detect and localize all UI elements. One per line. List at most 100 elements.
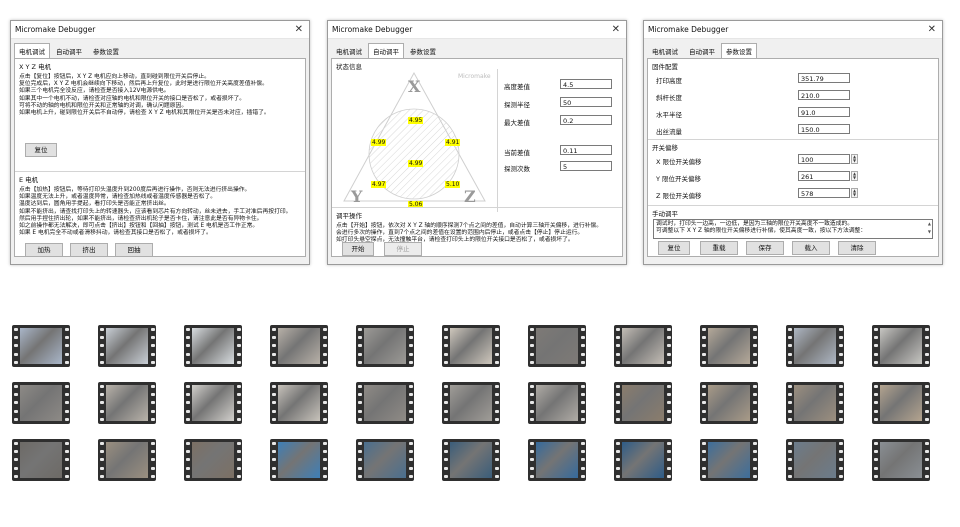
video-thumbnail[interactable] — [528, 325, 586, 367]
video-thumbnail[interactable] — [872, 382, 930, 424]
video-thumbnail[interactable] — [356, 439, 414, 481]
video-thumbnail[interactable] — [270, 325, 328, 367]
titlebar: Micromake Debugger ✕ — [644, 21, 942, 39]
extrude-button[interactable]: 挤出 — [70, 243, 108, 257]
film-perforation — [356, 325, 363, 367]
video-thumbnail[interactable] — [442, 439, 500, 481]
video-thumbnail[interactable] — [700, 439, 758, 481]
video-thumbnail[interactable] — [872, 325, 930, 367]
video-thumbnail[interactable] — [786, 325, 844, 367]
video-thumbnail[interactable] — [700, 325, 758, 367]
probe-radius-input[interactable]: 50 — [560, 97, 612, 107]
z-endstop-input[interactable]: 578 — [798, 188, 850, 198]
clear-button[interactable]: 清除 — [838, 241, 876, 255]
film-perforation — [872, 382, 879, 424]
film-perforation — [614, 382, 621, 424]
x-endstop-input[interactable]: 100 — [798, 154, 850, 164]
video-thumbnail[interactable] — [442, 325, 500, 367]
film-perforation — [407, 382, 414, 424]
video-thumbnail[interactable] — [786, 382, 844, 424]
video-thumbnail[interactable] — [98, 325, 156, 367]
tab-auto-level[interactable]: 自动调平 — [368, 43, 404, 58]
close-icon[interactable]: ✕ — [293, 24, 305, 35]
tab-bar: 电机调试 自动调平 参数设置 — [11, 39, 309, 58]
probe-count-input[interactable]: 5 — [560, 161, 612, 171]
z-endstop-stepper[interactable]: ▲ ▼ — [851, 188, 858, 198]
reset-button[interactable]: 复位 — [25, 143, 57, 157]
film-perforation — [12, 325, 19, 367]
video-thumbnail[interactable] — [614, 439, 672, 481]
video-thumbnail[interactable] — [442, 382, 500, 424]
tab-motor-debug[interactable]: 电机调试 — [647, 43, 683, 58]
heat-button[interactable]: 加热 — [25, 243, 63, 257]
height-diff-input[interactable]: 4.5 — [560, 79, 612, 89]
manual-level-textbox[interactable]: 调试时，打印头一边高，一边低，是因为三轴的限位开关高度不一致造成的。 可调整以下… — [653, 219, 933, 239]
video-thumbnail[interactable] — [614, 382, 672, 424]
max-diff-input[interactable]: 0.2 — [560, 115, 612, 125]
video-thumbnail[interactable] — [528, 382, 586, 424]
video-thumbnail[interactable] — [614, 325, 672, 367]
y-endstop-stepper[interactable]: ▲ ▼ — [851, 171, 858, 181]
video-thumbnail[interactable] — [872, 439, 930, 481]
video-thumbnail[interactable] — [786, 439, 844, 481]
video-thumbnail[interactable] — [270, 439, 328, 481]
stop-button[interactable]: 停止 — [384, 242, 422, 256]
film-perforation — [837, 382, 844, 424]
reset-button[interactable]: 复位 — [658, 241, 690, 255]
tab-auto-level[interactable]: 自动调平 — [51, 43, 87, 58]
current-diff-input[interactable]: 0.11 — [560, 145, 612, 155]
manual-level-title: 手动调平 — [652, 210, 678, 218]
leveling-group: 调平操作 点击【开始】按钮，依次对 X Y Z 轴的顺序探测7个点之间的差值，自… — [332, 208, 622, 256]
video-thumbnail[interactable] — [356, 382, 414, 424]
film-perforation — [528, 382, 535, 424]
video-thumbnail[interactable] — [98, 382, 156, 424]
tab-parameters[interactable]: 参数设置 — [405, 43, 441, 58]
film-perforation — [63, 382, 70, 424]
tab-motor-debug[interactable]: 电机调试 — [14, 43, 50, 58]
video-frame — [708, 442, 750, 478]
y-endstop-input[interactable]: 261 — [798, 171, 850, 181]
save-button[interactable]: 保存 — [746, 241, 784, 255]
titlebar: Micromake Debugger ✕ — [11, 21, 309, 39]
video-thumbnail[interactable] — [700, 382, 758, 424]
print-height-input[interactable]: 351.79 — [798, 73, 850, 83]
video-frame — [106, 328, 148, 364]
flow-rate-input[interactable]: 150.0 — [798, 124, 850, 134]
height-diff-label: 高度差值 — [504, 83, 530, 91]
tab-motor-debug[interactable]: 电机调试 — [331, 43, 367, 58]
video-frame — [880, 385, 922, 421]
close-icon[interactable]: ✕ — [610, 24, 622, 35]
video-thumbnail[interactable] — [356, 325, 414, 367]
film-perforation — [12, 382, 19, 424]
retract-button[interactable]: 回抽 — [115, 243, 153, 257]
reload-button[interactable]: 重载 — [700, 241, 738, 255]
scroll-arrows-icon[interactable]: ▲ ▼ — [928, 220, 931, 236]
video-thumbnail[interactable] — [98, 439, 156, 481]
divider — [648, 205, 938, 206]
rod-length-input[interactable]: 210.0 — [798, 90, 850, 100]
video-thumbnail[interactable] — [184, 325, 242, 367]
horizontal-radius-input[interactable]: 91.0 — [798, 107, 850, 117]
tab-parameters[interactable]: 参数设置 — [88, 43, 124, 58]
video-frame — [20, 328, 62, 364]
film-perforation — [63, 439, 70, 481]
video-thumbnail[interactable] — [12, 439, 70, 481]
close-icon[interactable]: ✕ — [926, 24, 938, 35]
video-thumbnail[interactable] — [184, 439, 242, 481]
video-frame — [536, 328, 578, 364]
video-thumbnail[interactable] — [528, 439, 586, 481]
video-thumbnail[interactable] — [184, 382, 242, 424]
film-perforation — [579, 325, 586, 367]
y-endstop-label: Y 限位开关偏移 — [656, 175, 702, 183]
tab-parameters[interactable]: 参数设置 — [721, 43, 757, 58]
video-thumbnail[interactable] — [12, 382, 70, 424]
tab-auto-level[interactable]: 自动调平 — [684, 43, 720, 58]
film-perforation — [579, 382, 586, 424]
start-button[interactable]: 开始 — [342, 242, 374, 256]
field-divider — [497, 69, 498, 212]
video-thumbnail[interactable] — [12, 325, 70, 367]
load-button[interactable]: 载入 — [792, 241, 830, 255]
film-perforation — [837, 439, 844, 481]
x-endstop-stepper[interactable]: ▲ ▼ — [851, 154, 858, 164]
video-thumbnail[interactable] — [270, 382, 328, 424]
